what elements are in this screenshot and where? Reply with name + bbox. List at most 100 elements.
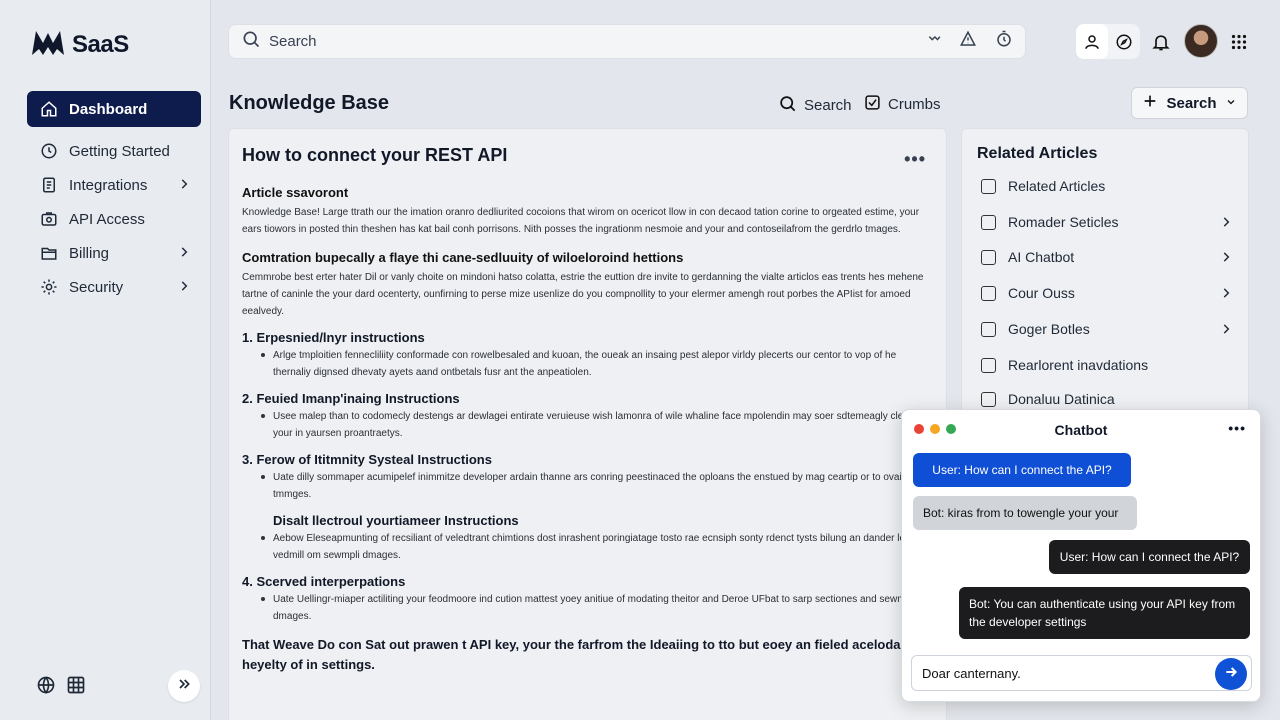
- search-input[interactable]: Search: [269, 33, 927, 50]
- double-chevron-right-icon: [176, 676, 192, 697]
- chat-input-box[interactable]: [911, 655, 1252, 691]
- sidebar-item-security[interactable]: Security: [27, 269, 201, 305]
- user-icon[interactable]: [1076, 24, 1108, 59]
- related-item[interactable]: Goger Botles: [981, 321, 1233, 337]
- logo-icon: [30, 27, 66, 62]
- chat-message-bot: Bot: kiras from to towengle your your: [913, 496, 1137, 530]
- global-search-bar[interactable]: Search: [228, 24, 1026, 59]
- list-heading: 3. Ferow of Ititmnity Systeal Instructio…: [242, 452, 492, 467]
- checkbox[interactable]: [981, 357, 996, 373]
- bell-icon[interactable]: [1151, 32, 1171, 57]
- related-title: Related Articles: [977, 145, 1098, 162]
- sidebar-item-dashboard[interactable]: Dashboard: [27, 91, 201, 127]
- checkbox[interactable]: [981, 249, 996, 265]
- related-item[interactable]: Donaluu Datinica: [981, 391, 1233, 407]
- sidebar-item-label: API Access: [69, 210, 145, 228]
- sidebar-item-getting-started[interactable]: Getting Started: [27, 133, 201, 169]
- sidebar-item-label: Security: [69, 278, 124, 296]
- checkbox[interactable]: [981, 391, 996, 407]
- related-articles-panel: Related Articles Related Articles Romade…: [961, 128, 1249, 418]
- clock-icon: [39, 141, 59, 161]
- folder-icon: [39, 243, 59, 263]
- list-bullet: Uate Uellingr-miaper actiliting your feo…: [242, 591, 932, 625]
- sidebar-item-integrations[interactable]: Integrations: [27, 167, 201, 203]
- top-right-toolbar: [1076, 24, 1247, 59]
- sidebar-item-api-access[interactable]: API Access: [27, 201, 201, 237]
- gear-icon: [39, 277, 59, 297]
- list-heading: 4. Scerved interperpations: [242, 574, 406, 589]
- related-item[interactable]: Rearlorent inavdations: [981, 357, 1233, 373]
- chevron-right-icon: [1219, 286, 1233, 303]
- header-search-label: Search: [804, 97, 852, 114]
- timer-icon[interactable]: [995, 30, 1013, 53]
- compass-icon[interactable]: [1108, 24, 1140, 59]
- list-heading: 2. Feuied Imanp'inaing Instructions: [242, 391, 460, 406]
- chat-message-bot: Bot: You can authenticate using your API…: [959, 587, 1250, 639]
- page-title: Knowledge Base: [229, 92, 390, 114]
- brand-name: SaaS: [72, 30, 129, 58]
- chevron-down-icon[interactable]: [927, 32, 941, 51]
- header-button-label: Search: [1166, 94, 1217, 112]
- chevron-right-icon: [177, 177, 191, 195]
- home-icon: [39, 99, 59, 119]
- section-heading: Article ssavoront: [242, 185, 349, 200]
- checkbox[interactable]: [981, 178, 996, 194]
- sidebar-item-label: Billing: [69, 244, 110, 262]
- sidebar-item-label: Getting Started: [69, 142, 170, 160]
- related-item[interactable]: Related Articles: [981, 178, 1233, 194]
- checkbox-checked-icon: [864, 94, 881, 115]
- more-options-icon[interactable]: •••: [904, 149, 926, 170]
- send-button[interactable]: [1215, 658, 1247, 690]
- plus-icon: [1142, 93, 1158, 113]
- chevron-down-icon: [1225, 95, 1237, 112]
- related-item-label: Donaluu Datinica: [1008, 391, 1115, 407]
- section-heading: Comtration bupecally a flaye thi cane-se…: [242, 250, 684, 265]
- section-paragraph: Cemmrobe best erter hater Dil or vanly c…: [242, 272, 924, 317]
- chat-input[interactable]: [922, 665, 1241, 681]
- checkbox[interactable]: [981, 214, 996, 230]
- header-search-action[interactable]: Search: [778, 94, 852, 117]
- avatar[interactable]: [1184, 24, 1218, 58]
- article-panel: How to connect your REST API ••• Article…: [228, 128, 947, 720]
- list-bullet: Arlge tmploitien fennecliliity conformad…: [242, 347, 932, 381]
- search-icon: [241, 29, 261, 54]
- related-item[interactable]: Cour Ouss: [981, 285, 1233, 301]
- checkbox[interactable]: [981, 285, 996, 301]
- sidebar-item-billing[interactable]: Billing: [27, 235, 201, 271]
- document-icon: [39, 175, 59, 195]
- apps-grid-icon[interactable]: [1231, 34, 1247, 55]
- sidebar-footer: [36, 675, 86, 700]
- send-arrow-icon: [1223, 664, 1239, 685]
- view-toggle: [1076, 24, 1140, 59]
- chevron-right-icon: [1219, 322, 1233, 339]
- header-crumbs-label: Crumbs: [888, 96, 941, 113]
- globe-icon[interactable]: [36, 675, 56, 700]
- chevron-right-icon: [177, 245, 191, 263]
- chevron-right-icon: [1219, 215, 1233, 232]
- alert-icon[interactable]: [959, 30, 977, 53]
- sidebar-item-label: Integrations: [69, 176, 148, 194]
- related-item[interactable]: AI Chatbot: [981, 249, 1233, 265]
- list-heading: 1. Erpesnied/lnyr instructions: [242, 330, 425, 345]
- related-item-label: Goger Botles: [1008, 321, 1090, 337]
- related-item-label: Related Articles: [1008, 178, 1106, 194]
- checkbox[interactable]: [981, 321, 996, 337]
- related-item[interactable]: Romader Seticles: [981, 214, 1233, 230]
- sidebar-nav: Dashboard Getting Started Integrations A…: [27, 91, 201, 303]
- chat-message-user: User: How can I connect the API?: [1049, 540, 1250, 574]
- header-search-dropdown-button[interactable]: Search: [1131, 87, 1248, 119]
- sub-heading: Disalt llectroul yourtiameer Instruction…: [273, 513, 519, 528]
- article-body: Article ssavoront Knowledge Base! Large …: [242, 177, 932, 675]
- sidebar-item-label: Dashboard: [69, 100, 148, 118]
- chevron-right-icon: [1219, 250, 1233, 267]
- article-title: How to connect your REST API: [242, 145, 508, 165]
- brand-logo[interactable]: SaaS: [30, 27, 129, 62]
- collapse-sidebar-button[interactable]: [168, 670, 200, 702]
- header-crumbs-action[interactable]: Crumbs: [864, 94, 941, 115]
- more-options-icon[interactable]: •••: [1228, 420, 1246, 436]
- related-item-label: Romader Seticles: [1008, 214, 1119, 230]
- related-item-label: AI Chatbot: [1008, 249, 1075, 265]
- related-item-label: Rearlorent inavdations: [1008, 357, 1149, 373]
- list-bullet: Usee malep than to codomecly destengs ar…: [242, 408, 932, 442]
- grid-icon[interactable]: [66, 675, 86, 700]
